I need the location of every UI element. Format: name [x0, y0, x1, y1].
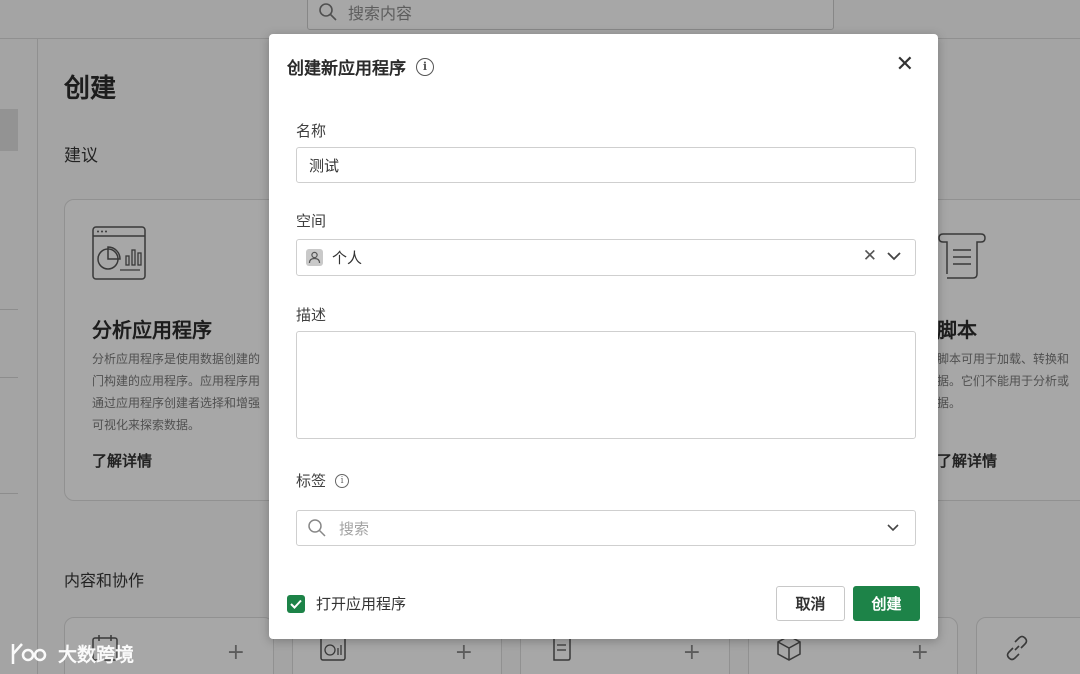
open-app-checkbox[interactable]	[287, 594, 305, 613]
chevron-down-icon[interactable]	[887, 524, 899, 532]
clear-icon[interactable]: ✕	[863, 246, 877, 266]
name-label: 名称	[296, 122, 327, 140]
search-icon	[308, 519, 326, 537]
tags-label-text: 标签	[296, 472, 327, 490]
open-app-checkbox-row[interactable]: 打开应用程序	[287, 593, 406, 614]
close-button[interactable]: ✕	[896, 52, 914, 78]
person-icon	[306, 249, 323, 266]
name-field-value: 测试	[309, 156, 340, 175]
description-label: 描述	[296, 306, 327, 324]
open-app-label: 打开应用程序	[316, 595, 407, 613]
tags-label: 标签 i	[296, 470, 350, 491]
tags-search-placeholder: 搜索	[339, 519, 370, 538]
create-app-dialog: 创建新应用程序 i ✕ 名称 测试 空间 个人 ✕ 描述 标签 i 搜索 打开应…	[269, 34, 938, 639]
space-select-value: 个人	[332, 249, 363, 267]
info-icon[interactable]: i	[335, 473, 350, 488]
info-icon[interactable]: i	[416, 57, 434, 76]
watermark: 大数跨境	[10, 640, 134, 667]
dialog-title-text: 创建新应用程序	[287, 59, 406, 79]
checkmark-icon	[290, 599, 302, 609]
description-textarea[interactable]	[296, 331, 916, 439]
space-select[interactable]: 个人 ✕	[296, 239, 916, 276]
create-button[interactable]: 创建	[853, 586, 920, 621]
chevron-down-icon[interactable]	[887, 252, 901, 261]
name-field[interactable]: 测试	[296, 147, 916, 183]
watermark-logo	[11, 642, 47, 664]
watermark-text: 大数跨境	[58, 644, 135, 666]
dialog-title: 创建新应用程序 i	[287, 54, 434, 79]
cancel-button[interactable]: 取消	[776, 586, 845, 621]
space-label: 空间	[296, 212, 327, 230]
tags-search-input[interactable]: 搜索	[296, 510, 916, 546]
